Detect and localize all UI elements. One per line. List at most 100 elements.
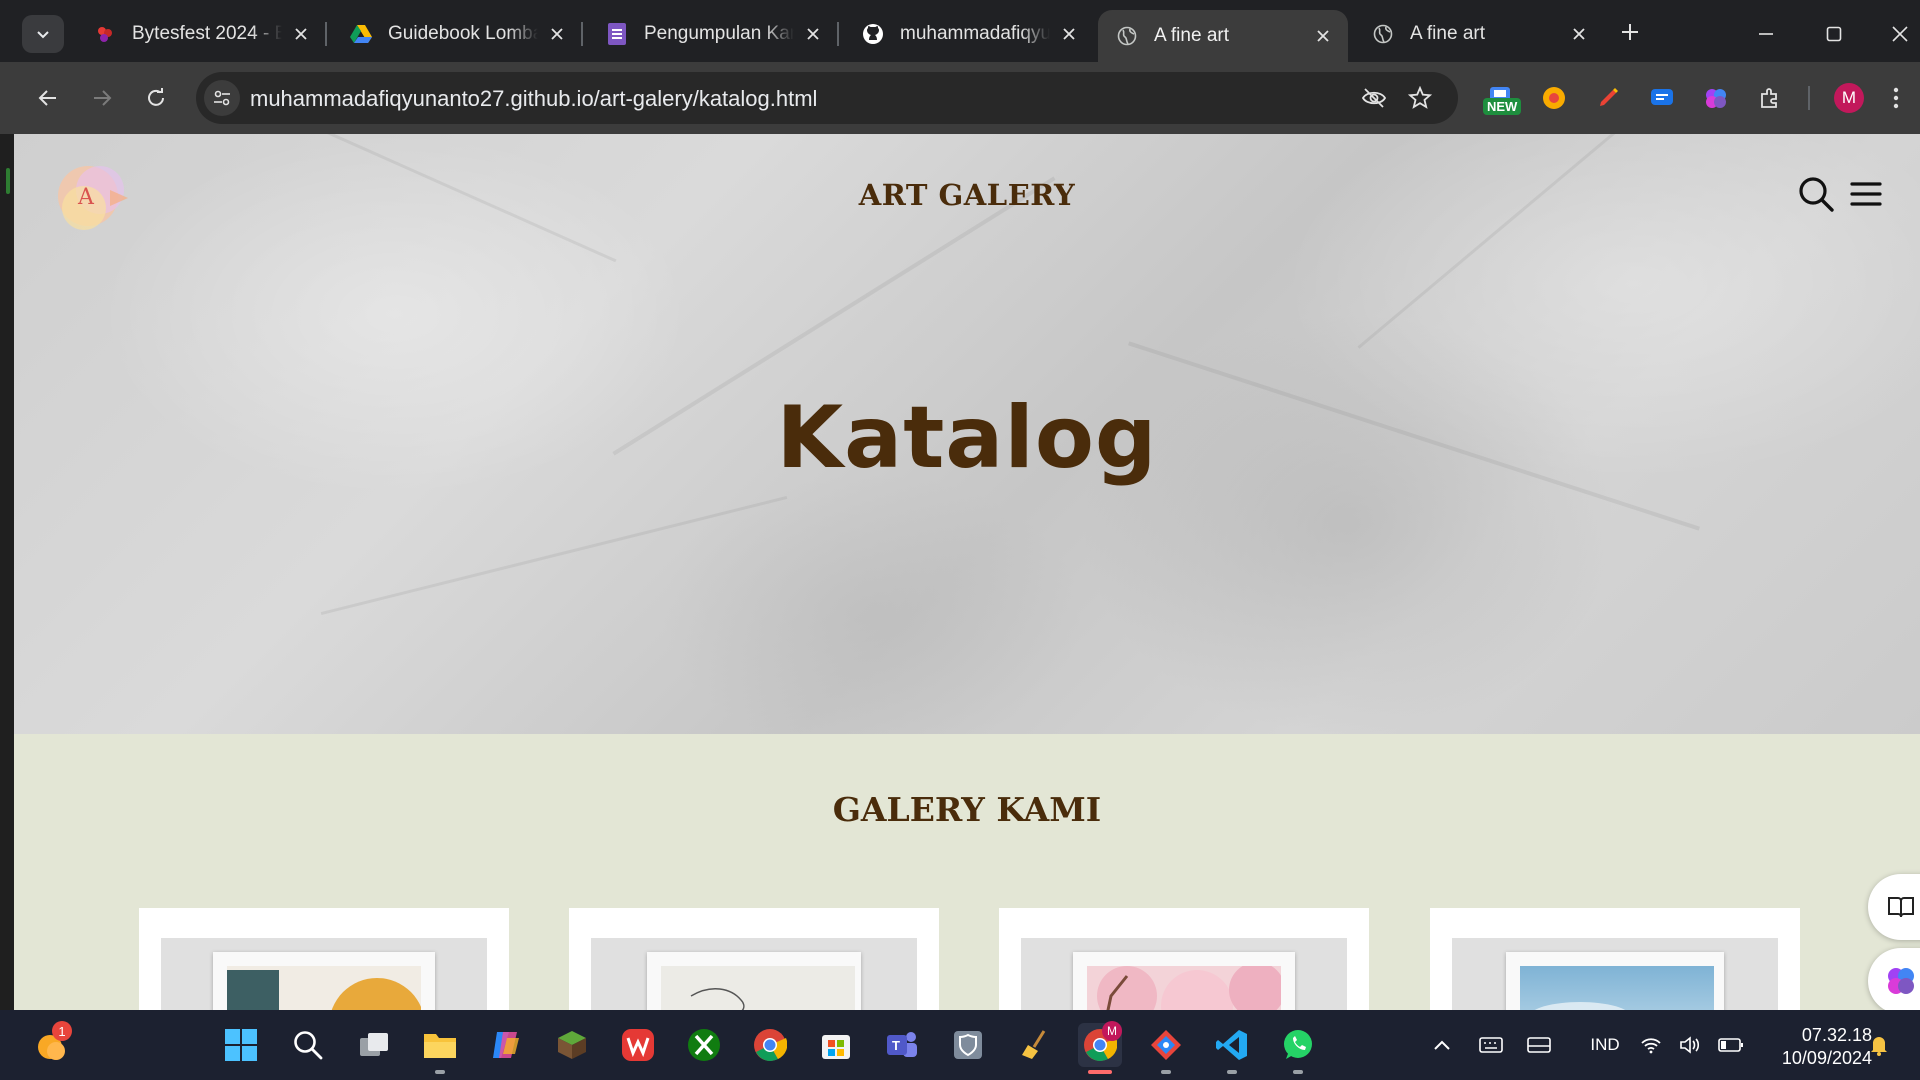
running-indicator	[1227, 1070, 1237, 1074]
forward-button[interactable]	[82, 78, 122, 118]
tab-title: A fine art	[1154, 25, 1229, 46]
keyboard-icon	[1479, 1037, 1503, 1053]
menu-button[interactable]	[1850, 180, 1882, 208]
taskbar-search-button[interactable]	[286, 1023, 330, 1067]
side-indicator	[6, 168, 10, 194]
file-explorer-button[interactable]	[418, 1023, 462, 1074]
tab-pengumpulan[interactable]: Pengumpulan Kary	[588, 12, 838, 56]
tracking-protection-button[interactable]	[1360, 84, 1388, 112]
gallery-card[interactable]	[569, 908, 939, 1010]
close-tab-icon[interactable]	[802, 23, 824, 45]
app-shield-button[interactable]	[946, 1023, 990, 1067]
paper-crease	[1357, 134, 1651, 349]
abstract-shapes-image	[227, 966, 421, 1010]
vscode-button[interactable]	[1210, 1023, 1254, 1074]
start-button[interactable]	[219, 1023, 263, 1067]
close-tab-icon[interactable]	[1058, 23, 1080, 45]
notifications-button[interactable]	[1866, 1032, 1892, 1058]
tab-a-fine-art[interactable]: A fine art	[1354, 12, 1604, 56]
maximize-button[interactable]	[1814, 14, 1854, 54]
gallery-card[interactable]	[999, 908, 1369, 1010]
reading-mode-button[interactable]	[1868, 874, 1920, 940]
card-mat	[161, 938, 487, 1010]
clock-time: 07.32.18	[1801, 1025, 1872, 1045]
extension-orange-button[interactable]	[1538, 82, 1570, 114]
tab-search-button[interactable]	[22, 15, 64, 53]
close-tab-icon[interactable]	[1568, 23, 1590, 45]
gallery-card[interactable]	[139, 908, 509, 1010]
minecraft-button[interactable]	[550, 1023, 594, 1067]
touch-keyboard-button[interactable]	[1478, 1032, 1504, 1058]
show-hidden-icons-button[interactable]	[1430, 1032, 1454, 1058]
close-window-button[interactable]	[1880, 14, 1920, 54]
windows-logo-icon	[225, 1029, 257, 1061]
sky-landscape-image	[1520, 966, 1714, 1010]
tab-a-fine-art-active[interactable]: A fine art	[1098, 10, 1348, 62]
chrome-taskbar-button[interactable]	[748, 1023, 792, 1067]
xbox-button[interactable]	[682, 1023, 726, 1067]
extension-chat-button[interactable]	[1646, 82, 1678, 114]
tab-title: Pengumpulan Kary	[644, 23, 794, 44]
reload-button[interactable]	[136, 78, 176, 118]
extensions-menu-button[interactable]	[1754, 82, 1786, 114]
quick-settings-button[interactable]	[1640, 1032, 1744, 1058]
artwork-frame	[1073, 952, 1295, 1010]
close-icon	[1892, 26, 1908, 42]
hamburger-menu-icon	[1850, 182, 1882, 206]
browser-tab-strip: Bytesfest 2024 - Bu Guidebook Lomba Peng…	[0, 0, 1920, 62]
teams-button[interactable]: T	[880, 1023, 924, 1067]
tab-github[interactable]: muhammadafiqyun	[844, 12, 1094, 56]
tab-title: Bytesfest 2024 - Bu	[132, 23, 282, 44]
wps-office-button[interactable]	[616, 1023, 660, 1067]
search-button[interactable]	[1796, 174, 1836, 214]
teams-icon: T	[887, 1032, 917, 1057]
extension-brain-button[interactable]	[1700, 82, 1732, 114]
running-indicator	[1293, 1070, 1303, 1074]
arrow-right-icon	[94, 90, 112, 106]
whatsapp-icon	[1284, 1030, 1312, 1059]
browser-menu-button[interactable]	[1880, 82, 1912, 114]
close-tab-icon[interactable]	[546, 23, 568, 45]
whatsapp-button[interactable]	[1276, 1023, 1320, 1074]
ai-assistant-button[interactable]	[1868, 948, 1920, 1010]
gallery-card[interactable]	[1430, 908, 1800, 1010]
screen: Bytesfest 2024 - Bu Guidebook Lomba Peng…	[0, 0, 1920, 1080]
new-tab-button[interactable]	[1616, 18, 1644, 46]
bytesfest-favicon-icon	[94, 23, 116, 45]
back-button[interactable]	[28, 78, 68, 118]
task-view-button[interactable]	[352, 1023, 396, 1067]
git-app-button[interactable]	[1144, 1023, 1188, 1074]
svg-text:T: T	[892, 1038, 900, 1053]
address-bar[interactable]: muhammadafiqyunanto27.github.io/art-gale…	[196, 72, 1458, 124]
close-tab-icon[interactable]	[290, 23, 312, 45]
url-text[interactable]: muhammadafiqyunanto27.github.io/art-gale…	[250, 86, 817, 112]
maximize-icon	[1826, 26, 1842, 42]
task-view-icon	[360, 1033, 388, 1056]
copilot-button[interactable]	[484, 1023, 528, 1067]
arrow-left-icon	[38, 90, 56, 106]
input-language-indicator[interactable]: IND	[1582, 1032, 1628, 1058]
tab-guidebook[interactable]: Guidebook Lomba	[332, 12, 582, 56]
card-mat	[1021, 938, 1347, 1010]
wps-icon	[622, 1029, 654, 1061]
microsoft-store-button[interactable]	[814, 1023, 858, 1067]
site-title[interactable]: ART GALERY	[14, 178, 1920, 212]
close-tab-icon[interactable]	[1312, 25, 1334, 47]
cleaner-button[interactable]	[1012, 1023, 1056, 1067]
globe-icon	[1372, 23, 1394, 45]
tab-bytesfest[interactable]: Bytesfest 2024 - Bu	[76, 12, 326, 56]
extension-pen-button[interactable]	[1592, 82, 1624, 114]
display-button[interactable]	[1526, 1032, 1552, 1058]
clock[interactable]: 07.32.18 10/09/2024	[1752, 1024, 1872, 1070]
grass-block-icon	[558, 1031, 586, 1059]
minimize-button[interactable]	[1746, 14, 1786, 54]
site-info-button[interactable]	[204, 80, 240, 116]
brain-icon	[1706, 89, 1726, 108]
google-drive-icon	[350, 23, 372, 45]
chrome-active-button[interactable]: M	[1078, 1021, 1122, 1074]
weather-widget[interactable]: 1	[28, 1021, 72, 1067]
bookmark-button[interactable]	[1406, 84, 1434, 112]
orange-flower-icon	[1543, 87, 1565, 109]
profile-avatar[interactable]: M	[1834, 83, 1864, 113]
copilot-icon	[493, 1032, 519, 1058]
